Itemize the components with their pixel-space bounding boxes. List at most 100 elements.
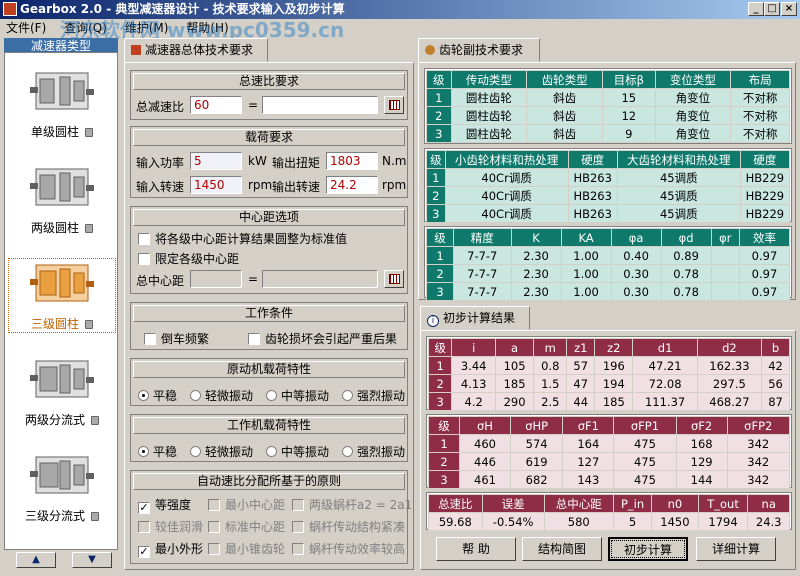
tab-gear-pair[interactable]: 齿轮副技术要求 — [418, 38, 540, 62]
table-row[interactable]: 3 461 682 143 475 144 342 — [427, 470, 790, 489]
table-cell[interactable]: 角变位 — [654, 124, 732, 143]
table-cell[interactable]: 1 — [427, 434, 461, 453]
table-cell[interactable]: 56 — [761, 374, 790, 393]
table-cell[interactable]: 342 — [726, 452, 790, 471]
table-row[interactable]: 3 7-7-7 2.30 1.00 0.30 0.78 0.97 — [426, 282, 791, 301]
gearbox-type-item[interactable]: 三级分流式 — [9, 451, 115, 524]
table-row[interactable]: 1 7-7-7 2.30 1.00 0.40 0.89 0.97 — [426, 246, 791, 265]
table-cell[interactable]: 129 — [675, 452, 728, 471]
menu-file[interactable]: 文件(F) — [6, 21, 46, 35]
output-speed-field[interactable]: 24.2 — [326, 176, 378, 194]
reverse-frequent-checkbox[interactable]: 倒车频繁 — [144, 330, 209, 347]
table-row[interactable]: 2 4.13 185 1.5 47 194 72.08 297.5 56 — [427, 374, 790, 393]
table-cell[interactable]: 40Cr调质 — [444, 168, 569, 187]
table-cell[interactable]: 0.40 — [610, 246, 662, 265]
table-cell[interactable]: 3 — [427, 470, 461, 489]
total-center-result[interactable] — [262, 270, 378, 288]
table-cell[interactable]: 185 — [494, 374, 535, 393]
table-cell[interactable]: 2 — [426, 106, 452, 125]
table-cell[interactable]: 不对称 — [730, 88, 790, 107]
table-cell[interactable]: 475 — [613, 452, 677, 471]
table-cell[interactable]: 圆柱齿轮 — [450, 106, 528, 125]
detail-calc-button[interactable]: 详细计算 — [696, 537, 776, 561]
severe-consequence-checkbox[interactable]: 齿轮损坏会引起严重后果 — [248, 330, 397, 347]
table-cell[interactable]: 45调质 — [616, 168, 741, 187]
table-cell[interactable]: HB229 — [739, 186, 791, 205]
table-cell[interactable]: 12 — [602, 106, 656, 125]
prime-radios-option[interactable]: 轻微振动 — [190, 387, 253, 404]
table-cell[interactable]: 1450 — [651, 512, 699, 531]
help-button[interactable]: 帮 助 — [436, 537, 516, 561]
table-cell[interactable]: 4.13 — [451, 374, 496, 393]
table-row[interactable]: 2 圆柱齿轮 斜齿 12 角变位 不对称 — [426, 106, 790, 125]
table-cell[interactable]: 7-7-7 — [452, 246, 512, 265]
table-cell[interactable]: 468.27 — [696, 392, 763, 411]
sketch-button[interactable]: 结构简图 — [522, 537, 602, 561]
table-cell[interactable]: 57 — [566, 356, 596, 375]
gearbox-type-item[interactable]: 单级圆柱 — [9, 67, 115, 140]
table-cell[interactable]: 斜齿 — [526, 124, 604, 143]
table-cell[interactable]: 2 — [427, 452, 461, 471]
table-cell[interactable]: 475 — [613, 434, 677, 453]
table-cell[interactable]: 4.2 — [451, 392, 496, 411]
prime-radios-option[interactable]: 中等振动 — [266, 387, 329, 404]
table-cell[interactable]: HB229 — [739, 168, 791, 187]
table-cell[interactable]: HB263 — [567, 186, 618, 205]
table-row[interactable]: 2 40Cr调质 HB263 45调质 HB229 — [426, 186, 791, 205]
table-row[interactable]: 2 446 619 127 475 129 342 — [427, 452, 790, 471]
table-cell[interactable] — [710, 264, 740, 283]
tab-prelim-results[interactable]: i 初步计算结果 — [420, 306, 530, 330]
minimize-button[interactable]: _ — [748, 2, 764, 16]
table-cell[interactable]: 460 — [459, 434, 511, 453]
table-cell[interactable]: 475 — [613, 470, 677, 489]
table-cell[interactable]: 619 — [509, 452, 564, 471]
table-cell[interactable]: 47 — [566, 374, 596, 393]
table-cell[interactable]: HB263 — [567, 168, 618, 187]
ratio-result-input[interactable] — [262, 96, 378, 114]
table-cell[interactable]: 111.37 — [632, 392, 698, 411]
table-cell[interactable]: HB263 — [567, 204, 618, 223]
table-cell[interactable]: 0.89 — [660, 246, 712, 265]
table-cell[interactable]: 圆柱齿轮 — [450, 124, 528, 143]
table-cell[interactable]: 15 — [602, 88, 656, 107]
table-cell[interactable]: HB229 — [739, 204, 791, 223]
gearbox-type-item[interactable]: 两级圆柱 — [9, 163, 115, 236]
table-cell[interactable]: 9 — [602, 124, 656, 143]
table-cell[interactable]: 0.8 — [533, 356, 568, 375]
table-cell[interactable]: 2 — [427, 374, 453, 393]
table-cell[interactable]: 168 — [675, 434, 728, 453]
table-cell[interactable]: 290 — [494, 392, 535, 411]
table-row[interactable]: 3 圆柱齿轮 斜齿 9 角变位 不对称 — [426, 124, 790, 143]
maximize-button[interactable]: □ — [764, 2, 780, 16]
table-cell[interactable]: 0.97 — [738, 246, 791, 265]
table-cell[interactable]: 2.30 — [510, 264, 562, 283]
machine-radios-option[interactable]: 中等振动 — [266, 443, 329, 460]
gearbox-type-item[interactable]: 三级圆柱 — [8, 258, 116, 333]
machine-radios-option[interactable]: 轻微振动 — [190, 443, 253, 460]
scroll-up-button[interactable]: ▲ — [16, 552, 56, 568]
table-cell[interactable]: 40Cr调质 — [444, 204, 569, 223]
table-cell[interactable]: 2 — [426, 186, 446, 205]
table-cell[interactable]: 1.00 — [560, 282, 612, 301]
table-cell[interactable]: 44 — [566, 392, 596, 411]
center-calculator-button[interactable] — [384, 270, 404, 288]
table-cell[interactable]: 7-7-7 — [452, 264, 512, 283]
table-cell[interactable]: 461 — [459, 470, 511, 489]
table-cell[interactable]: 682 — [509, 470, 564, 489]
table-cell[interactable]: 105 — [494, 356, 535, 375]
table-cell[interactable]: 3 — [426, 204, 446, 223]
principle-checkbox[interactable]: 最小锥齿轮 — [208, 540, 285, 557]
table-cell[interactable]: 297.5 — [696, 374, 763, 393]
table-cell[interactable]: 24.3 — [747, 512, 790, 531]
gearbox-type-item[interactable]: 两级分流式 — [9, 355, 115, 428]
table-row[interactable]: 1 圆柱齿轮 斜齿 15 角变位 不对称 — [426, 88, 790, 107]
table-cell[interactable]: 2.30 — [510, 282, 562, 301]
table-cell[interactable]: 574 — [509, 434, 564, 453]
table-cell[interactable]: 446 — [459, 452, 511, 471]
table-cell[interactable]: 342 — [726, 434, 790, 453]
table-cell[interactable]: 580 — [543, 512, 614, 531]
table-cell[interactable]: -0.54% — [481, 512, 545, 531]
table-cell[interactable]: 162.33 — [696, 356, 763, 375]
principle-checkbox[interactable]: 两级蜗杆a2 = 2a1 — [292, 496, 412, 513]
principle-checkbox[interactable]: ✓ 等强度 — [138, 496, 191, 514]
